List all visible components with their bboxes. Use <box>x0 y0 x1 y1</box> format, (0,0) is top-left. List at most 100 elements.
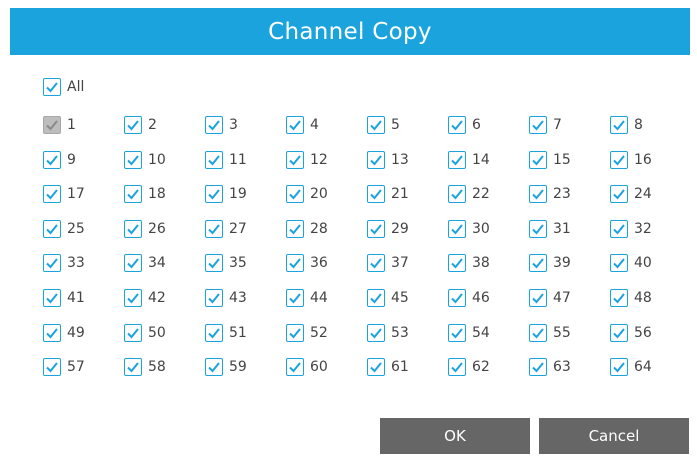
channel-label: 10 <box>148 151 166 168</box>
checkmark-icon <box>610 358 628 377</box>
checkmark-icon <box>367 323 385 342</box>
channel-label: 49 <box>67 324 85 341</box>
select-all-checkbox[interactable]: All <box>43 76 84 98</box>
channel-checkbox-55[interactable]: 55 <box>529 322 571 344</box>
channel-label: 52 <box>310 324 328 341</box>
channel-checkbox-15[interactable]: 15 <box>529 149 571 171</box>
cancel-button[interactable]: Cancel <box>539 418 689 454</box>
channel-checkbox-35[interactable]: 35 <box>205 252 247 274</box>
channel-checkbox-2[interactable]: 2 <box>124 114 157 136</box>
channel-label: 22 <box>472 186 490 203</box>
channel-checkbox-10[interactable]: 10 <box>124 149 166 171</box>
channel-checkbox-29[interactable]: 29 <box>367 218 409 240</box>
channel-checkbox-62[interactable]: 62 <box>448 356 490 378</box>
channel-checkbox-7[interactable]: 7 <box>529 114 562 136</box>
channel-checkbox-61[interactable]: 61 <box>367 356 409 378</box>
channel-checkbox-46[interactable]: 46 <box>448 287 490 309</box>
channel-checkbox-9[interactable]: 9 <box>43 149 76 171</box>
channel-checkbox-51[interactable]: 51 <box>205 322 247 344</box>
channel-checkbox-21[interactable]: 21 <box>367 183 409 205</box>
checkmark-icon <box>367 219 385 238</box>
channel-checkbox-31[interactable]: 31 <box>529 218 571 240</box>
channel-label: 28 <box>310 220 328 237</box>
channel-checkbox-36[interactable]: 36 <box>286 252 328 274</box>
channel-checkbox-39[interactable]: 39 <box>529 252 571 274</box>
channel-checkbox-43[interactable]: 43 <box>205 287 247 309</box>
channel-checkbox-53[interactable]: 53 <box>367 322 409 344</box>
channel-checkbox-13[interactable]: 13 <box>367 149 409 171</box>
checkmark-icon <box>124 150 142 169</box>
checkmark-icon <box>448 150 466 169</box>
checkmark-icon <box>529 116 547 134</box>
checkmark-icon <box>529 254 547 273</box>
channel-checkbox-32[interactable]: 32 <box>610 218 652 240</box>
channel-checkbox-27[interactable]: 27 <box>205 218 247 240</box>
channel-checkbox-50[interactable]: 50 <box>124 322 166 344</box>
channel-label: 27 <box>229 220 247 237</box>
channel-checkbox-23[interactable]: 23 <box>529 183 571 205</box>
channel-checkbox-6[interactable]: 6 <box>448 114 481 136</box>
ok-button[interactable]: OK <box>380 418 530 454</box>
channel-checkbox-56[interactable]: 56 <box>610 322 652 344</box>
channel-checkbox-19[interactable]: 19 <box>205 183 247 205</box>
channel-checkbox-59[interactable]: 59 <box>205 356 247 378</box>
channel-checkbox-45[interactable]: 45 <box>367 287 409 309</box>
checkmark-icon <box>448 185 466 204</box>
checkmark-icon <box>610 185 628 204</box>
checkmark-icon <box>448 254 466 273</box>
checkmark-icon <box>529 219 547 238</box>
channel-checkbox-54[interactable]: 54 <box>448 322 490 344</box>
channel-checkbox-34[interactable]: 34 <box>124 252 166 274</box>
channel-checkbox-14[interactable]: 14 <box>448 149 490 171</box>
channel-checkbox-8[interactable]: 8 <box>610 114 643 136</box>
channel-checkbox-63[interactable]: 63 <box>529 356 571 378</box>
channel-checkbox-12[interactable]: 12 <box>286 149 328 171</box>
checkmark-icon <box>367 185 385 204</box>
channel-label: 37 <box>391 255 409 272</box>
channel-checkbox-22[interactable]: 22 <box>448 183 490 205</box>
checkmark-icon <box>367 358 385 377</box>
checkmark-icon <box>43 185 61 204</box>
channel-label: 32 <box>634 220 652 237</box>
channel-checkbox-38[interactable]: 38 <box>448 252 490 274</box>
channel-checkbox-42[interactable]: 42 <box>124 287 166 309</box>
channel-checkbox-28[interactable]: 28 <box>286 218 328 240</box>
channel-label: 3 <box>229 117 238 133</box>
channel-checkbox-40[interactable]: 40 <box>610 252 652 274</box>
checkmark-icon <box>448 358 466 377</box>
channel-checkbox-25[interactable]: 25 <box>43 218 85 240</box>
channel-label: 6 <box>472 117 481 133</box>
channel-checkbox-48[interactable]: 48 <box>610 287 652 309</box>
channel-checkbox-16[interactable]: 16 <box>610 149 652 171</box>
channel-checkbox-47[interactable]: 47 <box>529 287 571 309</box>
channel-checkbox-20[interactable]: 20 <box>286 183 328 205</box>
checkmark-icon <box>43 323 61 342</box>
channel-label: 35 <box>229 255 247 272</box>
channel-checkbox-3[interactable]: 3 <box>205 114 238 136</box>
channel-checkbox-11[interactable]: 11 <box>205 149 247 171</box>
checkmark-icon <box>43 358 61 377</box>
channel-checkbox-52[interactable]: 52 <box>286 322 328 344</box>
channel-checkbox-58[interactable]: 58 <box>124 356 166 378</box>
channel-checkbox-17[interactable]: 17 <box>43 183 85 205</box>
channel-checkbox-44[interactable]: 44 <box>286 287 328 309</box>
channel-checkbox-4[interactable]: 4 <box>286 114 319 136</box>
channel-checkbox-41[interactable]: 41 <box>43 287 85 309</box>
channel-checkbox-60[interactable]: 60 <box>286 356 328 378</box>
channel-checkbox-18[interactable]: 18 <box>124 183 166 205</box>
channel-checkbox-5[interactable]: 5 <box>367 114 400 136</box>
checkmark-icon <box>205 219 223 238</box>
checkmark-icon <box>529 289 547 307</box>
checkmark-icon <box>286 358 304 377</box>
channel-checkbox-33[interactable]: 33 <box>43 252 85 274</box>
channel-label: 50 <box>148 324 166 341</box>
channel-checkbox-57[interactable]: 57 <box>43 356 85 378</box>
channel-checkbox-30[interactable]: 30 <box>448 218 490 240</box>
channel-label: 40 <box>634 255 652 272</box>
channel-checkbox-37[interactable]: 37 <box>367 252 409 274</box>
channel-checkbox-64[interactable]: 64 <box>610 356 652 378</box>
channel-checkbox-24[interactable]: 24 <box>610 183 652 205</box>
channel-checkbox-26[interactable]: 26 <box>124 218 166 240</box>
channel-checkbox-49[interactable]: 49 <box>43 322 85 344</box>
checkmark-icon <box>205 150 223 169</box>
